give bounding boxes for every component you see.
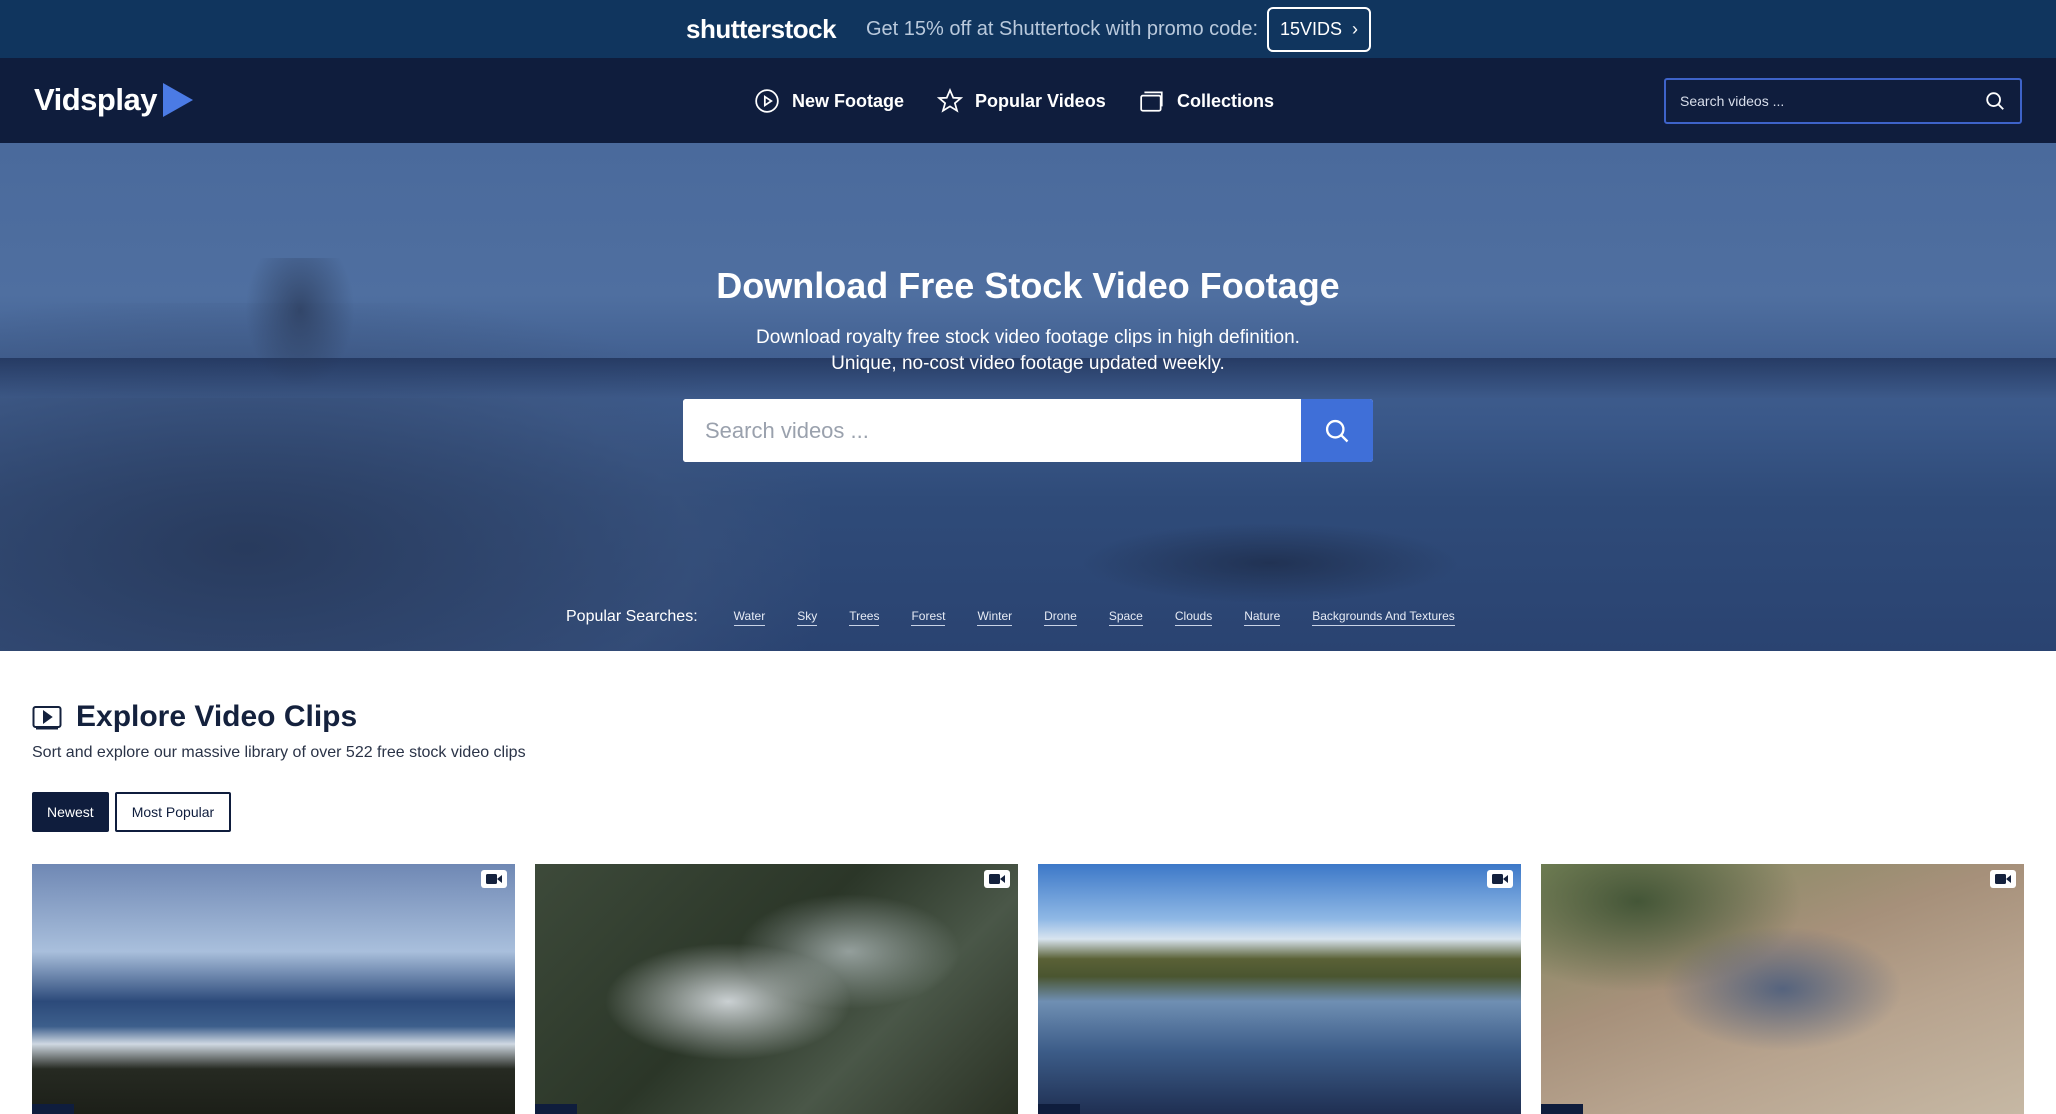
popular-search-drone[interactable]: Drone (1044, 609, 1077, 626)
logo-text: Vidsplay (34, 82, 157, 117)
hero-search-input[interactable] (683, 399, 1301, 462)
shutterstock-logo[interactable]: shutterstock (686, 14, 837, 45)
popular-search-sky[interactable]: Sky (797, 609, 818, 626)
popular-search-backgrounds[interactable]: Backgrounds And Textures (1312, 609, 1455, 626)
video-card-tag (1541, 1104, 1583, 1114)
video-card[interactable] (32, 864, 515, 1114)
popular-search-forest[interactable]: Forest (911, 609, 946, 626)
promo-text: Get 15% off at Shuttertock with promo co… (866, 18, 1259, 40)
promo-bar: shutterstock Get 15% off at Shuttertock … (0, 0, 2056, 58)
vidsplay-logo[interactable]: Vidsplay (34, 82, 193, 118)
nav-new-footage-label: New Footage (792, 90, 905, 111)
explore-subtitle: Sort and explore our massive library of … (32, 744, 526, 761)
nav-collections-label: Collections (1177, 90, 1275, 111)
chevron-right-icon: › (1352, 19, 1359, 39)
explore-section: Explore Video Clips Sort and explore our… (32, 700, 526, 762)
video-grid (32, 864, 2024, 1114)
hero-search-button[interactable] (1301, 399, 1373, 462)
hero-bg-rock (1080, 523, 1460, 603)
hero-subtitle-line-1: Download royalty free stock video footag… (756, 327, 1300, 348)
logo-play-icon (162, 83, 193, 117)
promo-code-button[interactable]: 15VIDS › (1267, 7, 1371, 52)
popular-search-winter[interactable]: Winter (977, 609, 1013, 626)
video-card-tag (1038, 1104, 1080, 1114)
search-icon[interactable] (1984, 90, 2006, 112)
hero-banner: Download Free Stock Video Footage Downlo… (0, 143, 2056, 651)
explore-title: Explore Video Clips (76, 700, 358, 733)
hero-subtitle: Download royalty free stock video footag… (0, 325, 2056, 377)
search-icon (1325, 419, 1349, 442)
popular-search-trees[interactable]: Trees (849, 609, 880, 626)
popular-search-water[interactable]: Water (733, 609, 766, 626)
nav-search (1664, 78, 2022, 124)
video-card[interactable] (1541, 864, 2024, 1114)
video-camera-icon (1487, 870, 1513, 888)
video-card-tag (535, 1104, 577, 1114)
nav-search-input[interactable] (1666, 93, 1984, 109)
video-clip-icon (32, 706, 62, 730)
hero-subtitle-line-2: Unique, no-cost video footage updated we… (831, 353, 1225, 374)
nav-new-footage[interactable]: New Footage (754, 88, 904, 114)
video-card[interactable] (1038, 864, 1521, 1114)
hero-search (683, 399, 1373, 462)
popular-search-nature[interactable]: Nature (1244, 609, 1281, 626)
sort-tabs: Newest Most Popular (32, 792, 232, 832)
video-camera-icon (984, 870, 1010, 888)
main-nav: Vidsplay New Footage Popular Videos Coll… (0, 58, 2056, 143)
star-icon (937, 88, 963, 113)
nav-popular-videos[interactable]: Popular Videos (937, 88, 1106, 114)
sort-newest-button[interactable]: Newest (32, 792, 109, 832)
video-camera-icon (481, 870, 507, 888)
collections-icon (1140, 91, 1163, 112)
play-circle-icon (755, 89, 779, 113)
hero-title: Download Free Stock Video Footage (716, 265, 1340, 306)
nav-popular-videos-label: Popular Videos (975, 90, 1106, 111)
video-camera-icon (1990, 870, 2016, 888)
promo-code-label: 15VIDS (1279, 19, 1343, 39)
nav-collections[interactable]: Collections (1139, 88, 1274, 114)
popular-search-clouds[interactable]: Clouds (1174, 609, 1213, 626)
sort-most-popular-button[interactable]: Most Popular (114, 792, 232, 832)
video-card-tag (32, 1104, 74, 1114)
popular-search-space[interactable]: Space (1108, 609, 1143, 626)
popular-searches-label: Popular Searches: (566, 608, 698, 625)
video-card[interactable] (535, 864, 1018, 1114)
explore-header: Explore Video Clips (32, 700, 526, 734)
popular-searches: Popular Searches: Water Sky Trees Forest… (566, 608, 1487, 626)
